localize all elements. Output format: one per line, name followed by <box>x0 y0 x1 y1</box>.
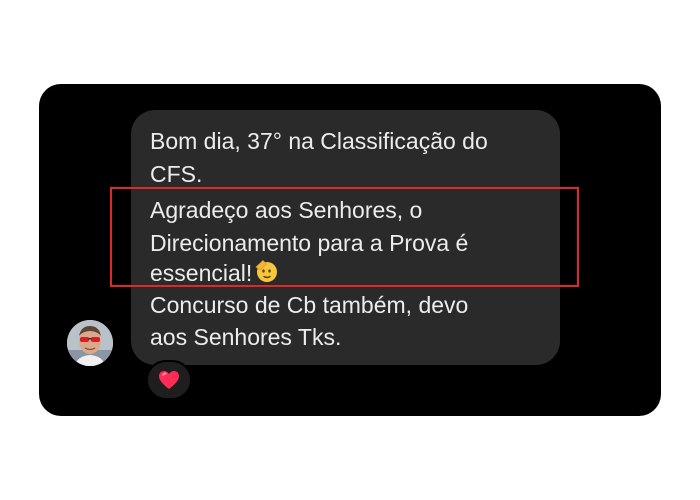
message-line: CFS. <box>150 161 203 187</box>
message-line: aos Senhores Tks. <box>150 324 342 350</box>
heart-icon <box>159 371 179 389</box>
message-line: Bom dia, 37° na Classificação do <box>150 128 488 154</box>
sender-avatar[interactable] <box>67 320 113 366</box>
user-avatar-icon <box>67 320 113 366</box>
heart-reaction[interactable] <box>146 360 192 400</box>
message-line: Concurso de Cb também, devo <box>150 292 469 318</box>
highlight-box <box>110 187 579 287</box>
